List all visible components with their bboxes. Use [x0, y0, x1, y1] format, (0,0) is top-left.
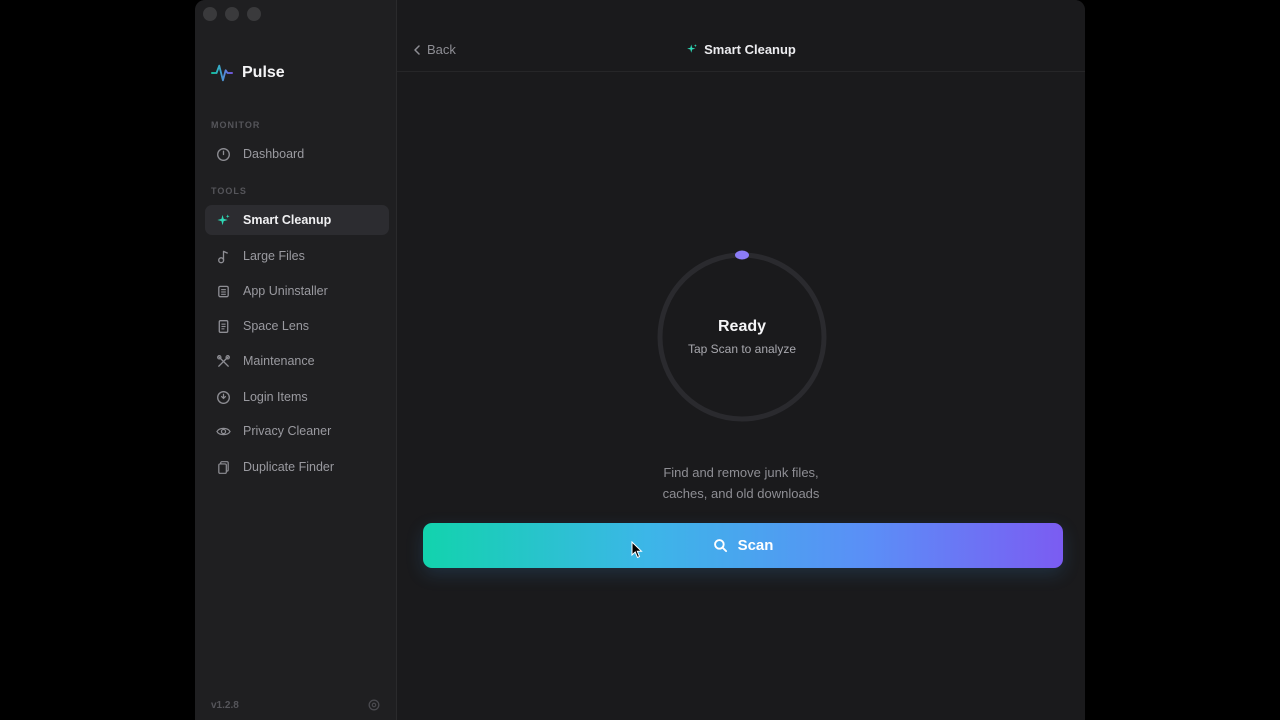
sidebar-item-privacy-cleaner[interactable]: Privacy Cleaner — [205, 416, 389, 446]
page-title: Smart Cleanup — [397, 42, 1085, 57]
mouse-cursor-icon — [631, 541, 643, 559]
main-content: Back Smart Cleanup Ready Tap Scan to ana… — [397, 0, 1085, 720]
description-line: Find and remove junk files, — [663, 465, 819, 480]
sidebar-item-large-files[interactable]: Large Files — [205, 241, 389, 271]
power-icon — [215, 389, 231, 405]
sidebar-item-label: App Uninstaller — [243, 284, 328, 298]
sparkle-icon — [215, 212, 231, 228]
settings-gear-icon[interactable] — [367, 698, 381, 712]
sidebar-item-duplicate-finder[interactable]: Duplicate Finder — [205, 452, 389, 482]
sparkle-icon — [687, 44, 697, 53]
sidebar-item-label: Smart Cleanup — [243, 213, 332, 227]
sidebar-item-smart-cleanup[interactable]: Smart Cleanup — [205, 205, 389, 235]
app-version: v1.2.8 — [211, 700, 239, 711]
sidebar-item-label: Large Files — [243, 249, 305, 263]
gauge-icon — [215, 146, 231, 162]
scan-button-label: Scan — [737, 537, 774, 554]
window-controls — [203, 7, 261, 21]
sidebar-item-login-items[interactable]: Login Items — [205, 382, 389, 412]
sidebar-item-label: Dashboard — [243, 147, 305, 161]
app-window: Pulse MONITOR Dashboard TOOLS Smart Clea… — [195, 0, 1085, 720]
sidebar-item-maintenance[interactable]: Maintenance — [205, 346, 389, 376]
page-title-text: Smart Cleanup — [704, 42, 796, 57]
search-icon — [713, 539, 727, 553]
eye-icon — [215, 423, 231, 439]
sidebar-item-space-lens[interactable]: Space Lens — [205, 311, 389, 341]
description-line: caches, and old downloads — [662, 486, 820, 501]
scan-progress-ring: Ready Tap Scan to analyze — [655, 250, 829, 424]
scan-status: Ready — [717, 318, 767, 335]
sidebar-item-label: Duplicate Finder — [243, 460, 335, 474]
app-name: Pulse — [242, 64, 285, 81]
copy-icon — [215, 459, 231, 475]
scan-hint: Tap Scan to analyze — [687, 342, 797, 356]
section-label-tools: TOOLS — [211, 186, 247, 196]
sidebar-item-app-uninstaller[interactable]: App Uninstaller — [205, 276, 389, 306]
sidebar-item-label: Privacy Cleaner — [243, 424, 332, 438]
sidebar-item-dashboard[interactable]: Dashboard — [205, 139, 389, 169]
brand: Pulse — [211, 62, 285, 84]
section-label-monitor: MONITOR — [211, 120, 261, 130]
document-icon — [215, 318, 231, 334]
close-window-button[interactable] — [203, 7, 217, 21]
sidebar-item-label: Login Items — [243, 390, 308, 404]
pulse-logo-icon — [211, 64, 233, 82]
music-file-icon — [215, 248, 231, 264]
scan-button[interactable]: Scan — [423, 523, 1063, 568]
minimize-window-button[interactable] — [225, 7, 239, 21]
zoom-window-button[interactable] — [247, 7, 261, 21]
wrench-icon — [215, 353, 231, 369]
sidebar-item-label: Space Lens — [243, 319, 310, 333]
sidebar: Pulse MONITOR Dashboard TOOLS Smart Clea… — [195, 0, 397, 720]
sidebar-item-label: Maintenance — [243, 354, 315, 368]
scan-description: Find and remove junk files, caches, and … — [397, 462, 1085, 504]
toolbar: Back Smart Cleanup — [397, 30, 1085, 72]
ring-label: Ready Tap Scan to analyze — [655, 250, 829, 424]
trash-box-icon — [215, 283, 231, 299]
